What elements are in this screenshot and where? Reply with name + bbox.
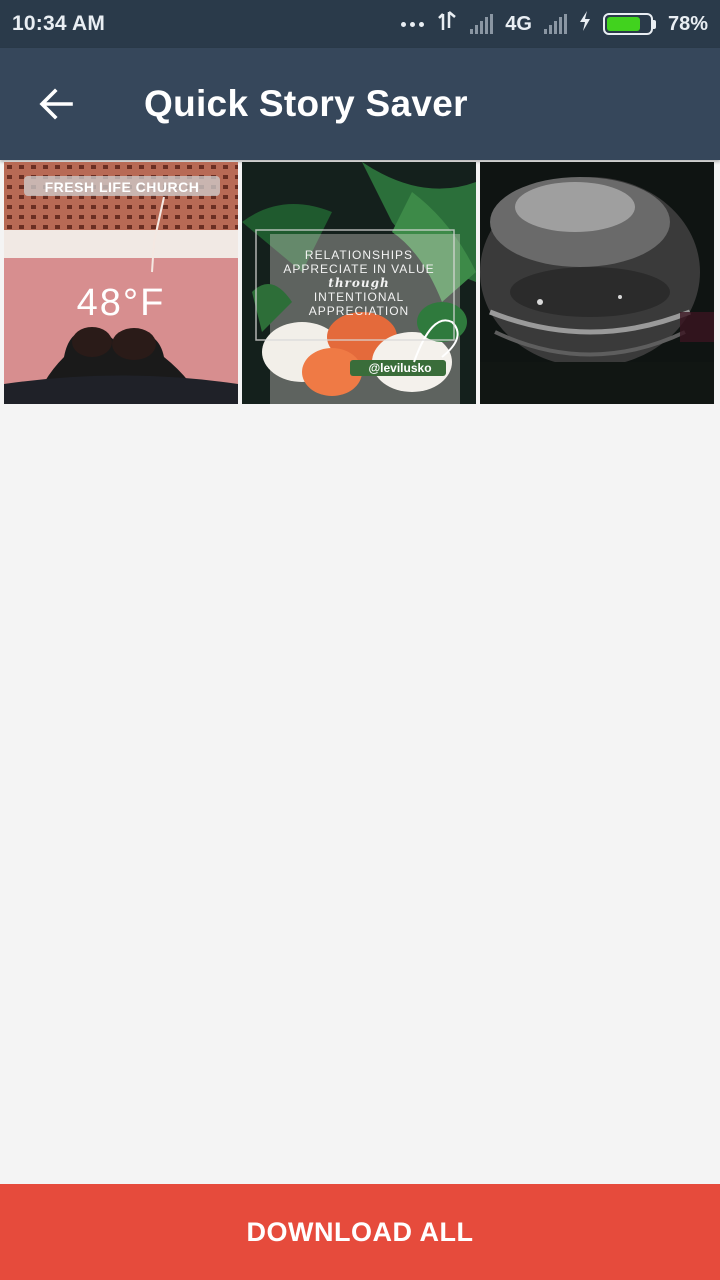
status-time: 10:34 AM bbox=[12, 12, 106, 35]
charging-icon bbox=[579, 10, 591, 38]
network-type: 4G bbox=[505, 12, 532, 35]
handle-sticker: @levilusko bbox=[368, 361, 432, 375]
quote-text: RELATIONSHIPS APPRECIATE IN VALUE throug… bbox=[242, 248, 476, 318]
quote-line: RELATIONSHIPS bbox=[304, 248, 414, 262]
download-all-button[interactable]: DOWNLOAD ALL bbox=[0, 1184, 720, 1280]
signal-strength-icon bbox=[470, 14, 494, 34]
data-transfer-icon bbox=[436, 10, 458, 38]
page-title: Quick Story Saver bbox=[144, 83, 468, 124]
arrow-back-icon bbox=[39, 88, 73, 120]
status-bar: 10:34 AM 4G 78% bbox=[0, 0, 720, 48]
more-notifications-icon bbox=[401, 21, 425, 27]
temperature-sticker: 48°F bbox=[76, 282, 166, 324]
stories-grid: FRESH LIFE CHURCH 48°F RELATIONSHIPS APP… bbox=[0, 162, 720, 404]
battery-percent: 78% bbox=[667, 12, 708, 35]
quote-line: APPRECIATION bbox=[308, 304, 410, 318]
app-bar: Quick Story Saver bbox=[0, 48, 720, 160]
story-thumbnail[interactable]: FRESH LIFE CHURCH 48°F bbox=[4, 162, 238, 404]
location-sticker: FRESH LIFE CHURCH bbox=[44, 179, 200, 195]
back-button[interactable] bbox=[24, 72, 88, 136]
quote-line: APPRECIATE IN VALUE bbox=[283, 262, 435, 276]
quote-line: through bbox=[328, 276, 390, 290]
status-icons: 4G 78% bbox=[401, 10, 708, 38]
battery-icon bbox=[602, 13, 656, 35]
battery-level bbox=[606, 17, 640, 31]
story-thumbnail[interactable]: RELATIONSHIPS APPRECIATE IN VALUE throug… bbox=[242, 162, 476, 404]
quote-line: INTENTIONAL bbox=[313, 290, 405, 304]
story-thumbnail[interactable] bbox=[480, 162, 714, 404]
signal-no-sim-icon bbox=[543, 14, 567, 34]
